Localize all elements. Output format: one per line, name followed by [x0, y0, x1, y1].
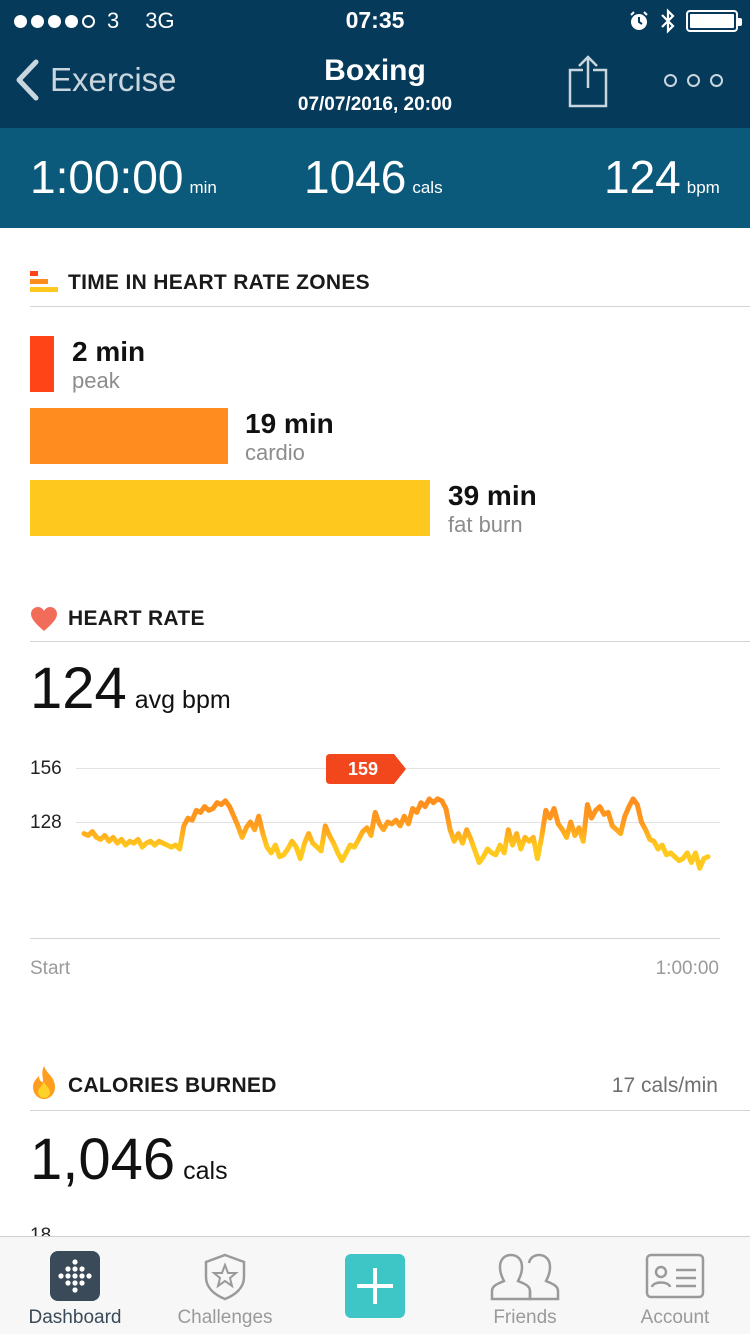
zones-section-title: TIME IN HEART RATE ZONES [68, 271, 370, 294]
calories-rate: 17 cals/min [611, 1074, 718, 1097]
status-icons [628, 8, 742, 34]
zones-divider [30, 306, 750, 307]
heart-rate-section-title: HEART RATE [68, 607, 205, 630]
calories-stat: 1046 cals [304, 150, 443, 204]
page-title: Boxing [324, 54, 426, 87]
zone-label-fat-burn: fat burn [448, 512, 523, 537]
calories-total-value: 1,046 [30, 1127, 176, 1192]
friends-icon [490, 1253, 560, 1301]
more-dot-icon [687, 74, 700, 87]
chart-baseline [30, 938, 720, 939]
zone-label-peak: peak [72, 368, 120, 393]
header: 3 3G 07:35 Exercise Boxing 07/07/2016, 2… [0, 0, 750, 128]
calories-section-title: CALORIES BURNED [68, 1074, 277, 1097]
avg-heart-rate-unit: avg bpm [134, 686, 231, 714]
calories-total: 1,046 cals [30, 1126, 228, 1193]
summary-bar: 1:00:00 min 1046 cals 124 bpm [0, 128, 750, 228]
zone-bar-fat-burn [30, 480, 430, 536]
heart-rate-stat: 124 bpm [604, 150, 720, 204]
calories-value: 1046 [304, 151, 407, 203]
calories-y-tick-label: 18 [30, 1226, 51, 1236]
calories-divider [30, 1110, 750, 1111]
peak-marker-label: 159 [348, 759, 378, 779]
chart-end-label: 1:00:00 [655, 958, 719, 979]
heart-rate-value: 124 [604, 151, 681, 203]
heart-rate-line [81, 796, 711, 871]
peak-marker: 159 [326, 754, 406, 784]
more-options-button[interactable] [664, 74, 723, 87]
tab-dashboard[interactable]: Dashboard [0, 1237, 150, 1334]
tab-account[interactable]: Account [600, 1237, 750, 1334]
tab-challenges-label: Challenges [177, 1307, 273, 1328]
zone-bar-peak [30, 336, 54, 392]
more-dot-icon [710, 74, 723, 87]
alarm-icon [630, 11, 648, 30]
zone-value-peak: 2 min [72, 336, 146, 367]
flame-icon [33, 1066, 55, 1099]
page-subtitle: 07/07/2016, 20:00 [297, 94, 453, 115]
tab-dashboard-label: Dashboard [28, 1307, 122, 1328]
tab-bar: Dashboard Challenges Friends Account [0, 1236, 750, 1334]
duration-value: 1:00:00 [30, 151, 184, 203]
status-bar: 3 3G 07:35 [0, 0, 750, 40]
more-dot-icon [664, 74, 677, 87]
zone-bar-cardio [30, 408, 228, 464]
duration-unit: min [189, 178, 217, 197]
calories-total-unit: cals [183, 1157, 228, 1185]
heart-rate-divider [30, 641, 750, 642]
share-button[interactable] [566, 54, 612, 115]
share-icon [568, 55, 608, 108]
calories-unit: cals [412, 178, 443, 197]
challenges-icon [204, 1253, 246, 1301]
bluetooth-icon [661, 8, 675, 34]
heart-rate-unit: bpm [686, 178, 720, 197]
dashboard-icon [50, 1251, 100, 1301]
tab-friends-label: Friends [493, 1307, 557, 1328]
tab-add[interactable] [300, 1237, 450, 1334]
calories-chart-peek: 18 [30, 1226, 51, 1236]
heart-icon [31, 607, 57, 631]
zones-icon [30, 271, 58, 292]
duration-stat: 1:00:00 min [30, 150, 217, 204]
heart-rate-chart: 159 [81, 754, 711, 871]
avg-heart-rate: 124 avg bpm [30, 655, 231, 722]
avg-heart-rate-value: 124 [30, 656, 127, 721]
zone-value-fat-burn: 39 min [448, 480, 537, 511]
add-icon [345, 1254, 405, 1318]
battery-icon [686, 10, 742, 32]
chart-start-label: Start [30, 958, 71, 979]
tab-account-label: Account [640, 1307, 710, 1328]
account-icon [645, 1253, 705, 1299]
tab-challenges[interactable]: Challenges [150, 1237, 300, 1334]
tab-friends[interactable]: Friends [450, 1237, 600, 1334]
zone-value-cardio: 19 min [245, 408, 334, 439]
zone-label-cardio: cardio [245, 440, 305, 465]
